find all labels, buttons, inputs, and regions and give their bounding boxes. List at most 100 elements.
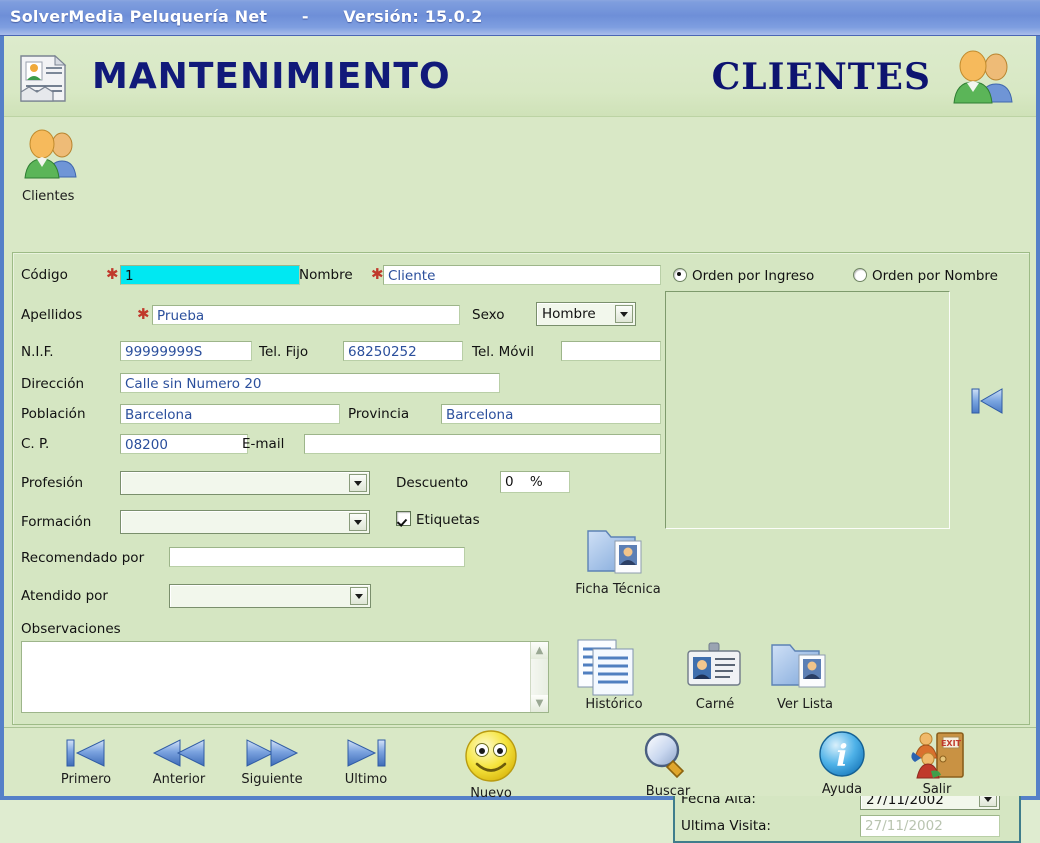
- order-by-nombre-label: Orden por Nombre: [872, 268, 998, 284]
- nif-label: N.I.F.: [21, 344, 54, 360]
- siguiente-label: Siguiente: [241, 772, 303, 787]
- svg-text:i: i: [836, 739, 847, 774]
- ultimo-label: Ultimo: [344, 772, 388, 787]
- ficha-tecnica-label[interactable]: Ficha Técnica: [559, 582, 677, 597]
- chevron-down-icon[interactable]: [350, 587, 368, 605]
- tab-clientes-icon[interactable]: [22, 129, 80, 181]
- id-card-icon: [18, 52, 78, 104]
- observaciones-textarea[interactable]: ▲ ▼: [21, 641, 549, 713]
- ficha-tecnica-icon[interactable]: [585, 523, 649, 579]
- observaciones-scrollbar[interactable]: ▲ ▼: [530, 642, 548, 712]
- order-by-ingreso-label: Orden por Ingreso: [692, 268, 815, 284]
- atendido-por-select[interactable]: [169, 584, 371, 608]
- atendido-por-label: Atendido por: [21, 588, 108, 604]
- profesion-label: Profesión: [21, 475, 84, 491]
- ver-lista-icon[interactable]: [769, 637, 833, 693]
- cp-label: C. P.: [21, 436, 50, 452]
- window-title-text: SolverMedia Peluquería Net - Versión: 15…: [10, 7, 483, 26]
- salir-label: Salir: [922, 782, 952, 797]
- page-header: MANTENIMIENTO CLIENTES: [4, 36, 1036, 117]
- formacion-label: Formación: [21, 514, 92, 530]
- svg-text:EXIT: EXIT: [941, 739, 962, 748]
- descuento-value: 0: [505, 474, 514, 490]
- ultima-visita-label: Ultima Visita:: [681, 818, 771, 834]
- chevron-down-icon[interactable]: [615, 305, 633, 323]
- sexo-select[interactable]: Hombre: [536, 302, 636, 326]
- recomendado-por-input[interactable]: [169, 547, 465, 567]
- window-frame: MANTENIMIENTO CLIENTES Clientes Código ✱…: [0, 36, 1040, 843]
- page-title: MANTENIMIENTO: [92, 56, 451, 97]
- codigo-label: Código: [21, 267, 68, 283]
- sexo-label: Sexo: [472, 307, 505, 323]
- apellidos-label: Apellidos: [21, 307, 83, 323]
- provincia-input[interactable]: Barcelona: [441, 404, 661, 424]
- apellidos-input[interactable]: Prueba: [152, 305, 460, 325]
- formacion-select[interactable]: [120, 510, 370, 534]
- tab-clientes-label[interactable]: Clientes: [22, 189, 74, 204]
- users-icon: [950, 50, 1016, 106]
- ayuda-button[interactable]: i Ayuda: [802, 730, 882, 797]
- direccion-label: Dirección: [21, 376, 85, 392]
- descuento-input[interactable]: 0 %: [500, 471, 570, 493]
- chevron-down-icon[interactable]: [349, 513, 367, 531]
- ayuda-label: Ayuda: [821, 782, 863, 797]
- buscar-button[interactable]: Buscar: [626, 730, 710, 799]
- tel-movil-label: Tel. Móvil: [472, 344, 534, 360]
- historico-label[interactable]: Histórico: [559, 697, 669, 712]
- scroll-up-icon[interactable]: ▲: [531, 642, 548, 659]
- codigo-required-mark: ✱: [106, 265, 119, 283]
- apellidos-required-mark: ✱: [137, 305, 150, 323]
- tel-movil-input[interactable]: [561, 341, 661, 361]
- etiquetas-label: Etiquetas: [416, 512, 480, 528]
- email-input[interactable]: [304, 434, 661, 454]
- historico-icon[interactable]: [573, 637, 643, 697]
- siguiente-button[interactable]: Siguiente: [232, 736, 312, 787]
- tab-strip: Clientes: [4, 117, 1036, 248]
- nuevo-button[interactable]: Nuevo: [449, 728, 533, 801]
- recomendado-por-label: Recomendado por: [21, 550, 145, 566]
- tel-fijo-input[interactable]: 68250252: [343, 341, 463, 361]
- observaciones-label: Observaciones: [21, 621, 121, 637]
- provincia-label: Provincia: [348, 406, 410, 422]
- email-label: E-mail: [242, 436, 285, 452]
- carne-label[interactable]: Carné: [675, 697, 755, 712]
- radio-selected-icon[interactable]: [673, 268, 687, 282]
- first-record-icon[interactable]: [968, 383, 1008, 419]
- nombre-required-mark: ✱: [371, 265, 384, 283]
- sexo-select-value: Hombre: [542, 306, 596, 322]
- primero-button[interactable]: Primero: [46, 736, 126, 787]
- nif-input[interactable]: 99999999S: [120, 341, 252, 361]
- profesion-select[interactable]: [120, 471, 370, 495]
- carne-icon[interactable]: [685, 641, 743, 695]
- radio-unselected-icon[interactable]: [853, 268, 867, 282]
- order-by-ingreso-radio[interactable]: Orden por Ingreso: [673, 268, 814, 284]
- descuento-label: Descuento: [396, 475, 469, 491]
- order-by-nombre-radio[interactable]: Orden por Nombre: [853, 268, 998, 284]
- chevron-down-icon[interactable]: [349, 474, 367, 492]
- ver-lista-label[interactable]: Ver Lista: [755, 697, 855, 712]
- ultima-visita-input: 27/11/2002: [860, 815, 1000, 837]
- direccion-input[interactable]: Calle sin Numero 20: [120, 373, 500, 393]
- anterior-label: Anterior: [152, 772, 206, 787]
- cp-input[interactable]: 08200: [120, 434, 248, 454]
- anterior-button[interactable]: Anterior: [139, 736, 219, 787]
- bottom-toolbar: Primero Anterior Siguiente Ultimo Nuevo …: [4, 727, 1036, 801]
- descuento-unit: %: [529, 474, 543, 490]
- salir-button[interactable]: EXIT Salir: [897, 730, 977, 797]
- scroll-down-icon[interactable]: ▼: [531, 695, 548, 712]
- nuevo-label: Nuevo: [470, 786, 512, 801]
- client-list-box[interactable]: [665, 291, 950, 529]
- codigo-input[interactable]: 1: [120, 265, 300, 285]
- window-titlebar: SolverMedia Peluquería Net - Versión: 15…: [0, 0, 1040, 36]
- page-section-title: CLIENTES: [711, 56, 931, 98]
- checkbox-checked-icon[interactable]: [396, 511, 411, 526]
- primero-label: Primero: [60, 772, 112, 787]
- client-form-panel: Código ✱ 1 Nombre ✱ Cliente Apellidos ✱ …: [12, 252, 1030, 843]
- etiquetas-checkbox[interactable]: Etiquetas: [396, 511, 480, 528]
- application-window: SolverMedia Peluquería Net - Versión: 15…: [0, 0, 1040, 843]
- tel-fijo-label: Tel. Fijo: [259, 344, 309, 360]
- ultimo-button[interactable]: Ultimo: [326, 736, 406, 787]
- poblacion-label: Población: [21, 406, 86, 422]
- nombre-input[interactable]: Cliente: [383, 265, 661, 285]
- poblacion-input[interactable]: Barcelona: [120, 404, 340, 424]
